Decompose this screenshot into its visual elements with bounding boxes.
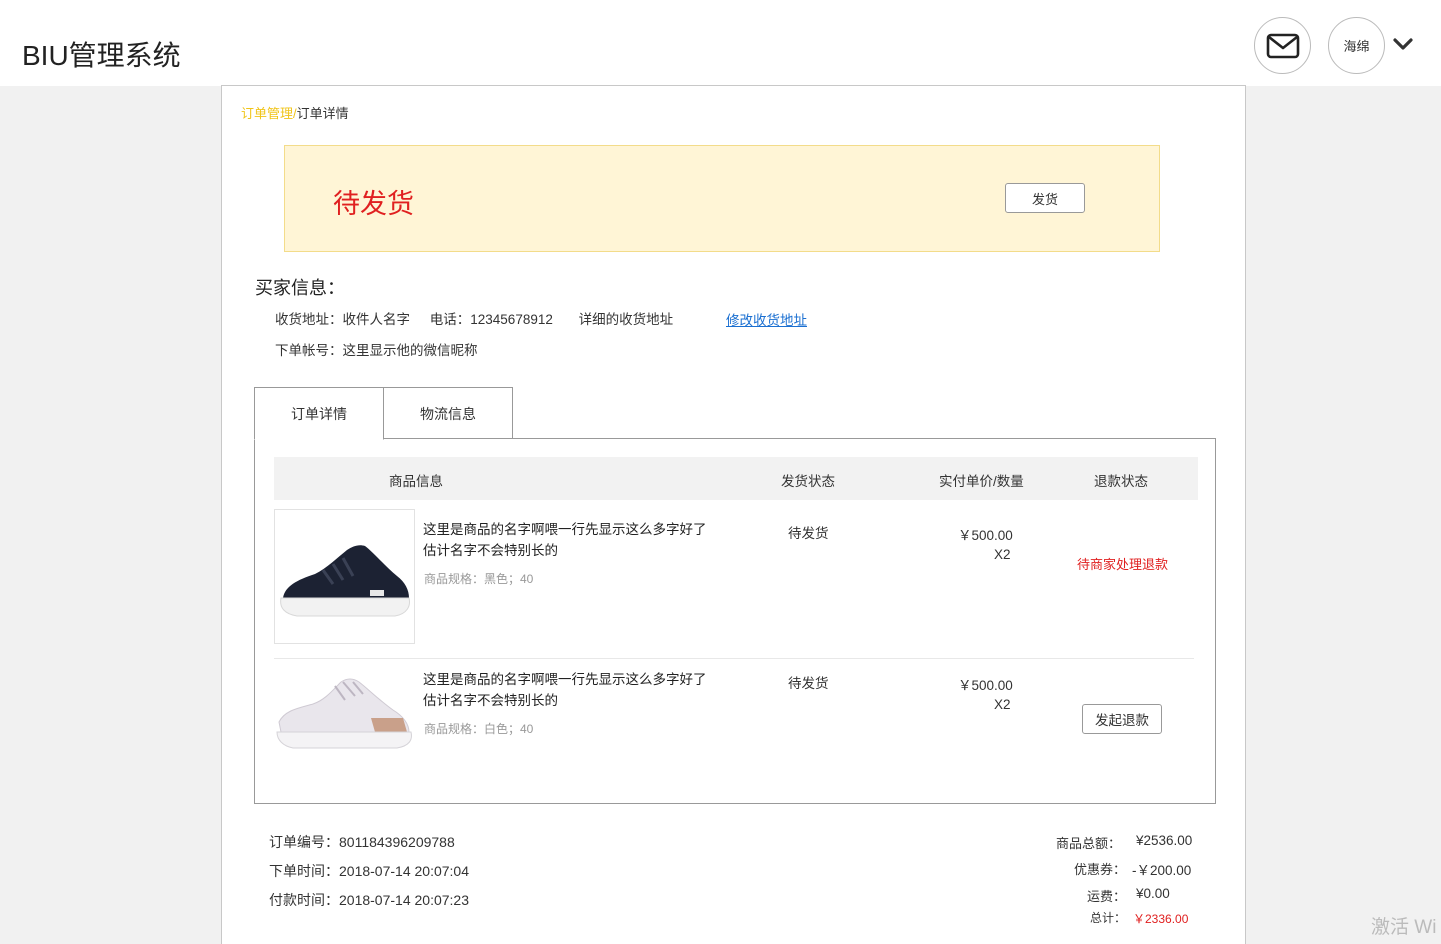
- order-number: 订单编号：801184396209788: [269, 834, 455, 850]
- order-detail-panel: 订单管理/订单详情 待发货 发货 买家信息： 收货地址：收件人名字 电话：123…: [221, 85, 1246, 944]
- buyer-phone: 电话：12345678912: [429, 312, 553, 327]
- tab-content: 商品信息 发货状态 实付单价/数量 退款状态 这里是商品的名字啊喂一行先显示这么…: [254, 438, 1216, 804]
- app-title: BIU管理系统: [22, 40, 181, 71]
- header-ship-status: 发货状态: [781, 474, 835, 489]
- coupon-label: 优惠券：: [1073, 862, 1126, 877]
- order-status-box: 待发货 发货: [284, 145, 1160, 252]
- ship-button[interactable]: 发货: [1005, 183, 1085, 213]
- request-refund-button[interactable]: 发起退款: [1082, 704, 1162, 734]
- pay-time: 付款时间：2018-07-14 20:07:23: [269, 892, 469, 908]
- quantity: X2: [994, 697, 1011, 712]
- top-bar: BIU管理系统 海绵: [0, 0, 1441, 86]
- buyer-address-row: 收货地址：收件人名字 电话：12345678912 详细的收货地址: [275, 308, 673, 328]
- refund-status: 待商家处理退款: [1077, 557, 1169, 572]
- ship-status: 待发货: [788, 676, 829, 691]
- product-name: 这里是商品的名字啊喂一行先显示这么多字好了估计名字不会特别长的: [423, 522, 707, 558]
- order-status: 待发货: [333, 189, 414, 219]
- buyer-account: 下单帐号：这里显示他的微信昵称: [275, 343, 478, 358]
- unit-price: ￥500.00: [958, 678, 1013, 693]
- mail-button[interactable]: [1254, 17, 1311, 74]
- goods-total-label: 商品总额：: [1055, 836, 1121, 851]
- header-product-info: 商品信息: [389, 474, 443, 489]
- chevron-down-icon: [1393, 38, 1413, 50]
- goods-total: ¥2536.00: [1136, 833, 1193, 848]
- white-sneaker-image: [276, 678, 412, 749]
- ship-status: 待发货: [788, 526, 829, 541]
- detail-address: 详细的收货地址: [578, 312, 674, 327]
- product-image: [274, 659, 415, 794]
- table-header: 商品信息 发货状态 实付单价/数量 退款状态: [274, 457, 1198, 500]
- black-sneaker-image: [280, 545, 410, 617]
- header-refund-status: 退款状态: [1094, 474, 1148, 489]
- product-image: [274, 509, 415, 644]
- breadcrumb-order-management[interactable]: 订单管理: [241, 106, 293, 121]
- coupon-amount: -￥200.00: [1132, 863, 1192, 878]
- shipping-address: 收货地址：收件人名字: [275, 312, 410, 327]
- order-time: 下单时间：2018-07-14 20:07:04: [269, 863, 469, 879]
- unit-price: ￥500.00: [958, 528, 1013, 543]
- total-label: 总计：: [1089, 911, 1126, 925]
- edit-address-link[interactable]: 修改收货地址: [726, 309, 807, 329]
- shipping-fee: ¥0.00: [1136, 886, 1170, 901]
- table-row: 这里是商品的名字啊喂一行先显示这么多字好了估计名字不会特别长的 商品规格：黑色；…: [274, 509, 1194, 659]
- shipping-label: 运费：: [1086, 889, 1126, 904]
- tab-logistics[interactable]: 物流信息: [383, 387, 513, 439]
- order-total: ￥2336.00: [1133, 912, 1189, 926]
- tab-order-detail[interactable]: 订单详情: [254, 387, 384, 440]
- product-spec: 商品规格：白色；40: [424, 722, 534, 736]
- table-row: 这里是商品的名字啊喂一行先显示这么多字好了估计名字不会特别长的 商品规格：白色；…: [274, 659, 1194, 809]
- product-name: 这里是商品的名字啊喂一行先显示这么多字好了估计名字不会特别长的: [423, 672, 707, 708]
- product-spec: 商品规格：黑色；40: [424, 572, 534, 586]
- buyer-info-title: 买家信息：: [255, 278, 345, 298]
- user-avatar-button[interactable]: 海绵: [1328, 17, 1385, 74]
- breadcrumb: 订单管理/订单详情: [241, 103, 349, 122]
- user-name: 海绵: [1343, 39, 1370, 54]
- header-price-qty: 实付单价/数量: [939, 474, 1024, 489]
- breadcrumb-current: 订单详情: [296, 106, 349, 121]
- quantity: X2: [994, 547, 1011, 562]
- user-menu-toggle[interactable]: [1392, 36, 1414, 59]
- mail-icon: [1266, 33, 1299, 58]
- activation-watermark: 激活 Wi: [1371, 917, 1437, 938]
